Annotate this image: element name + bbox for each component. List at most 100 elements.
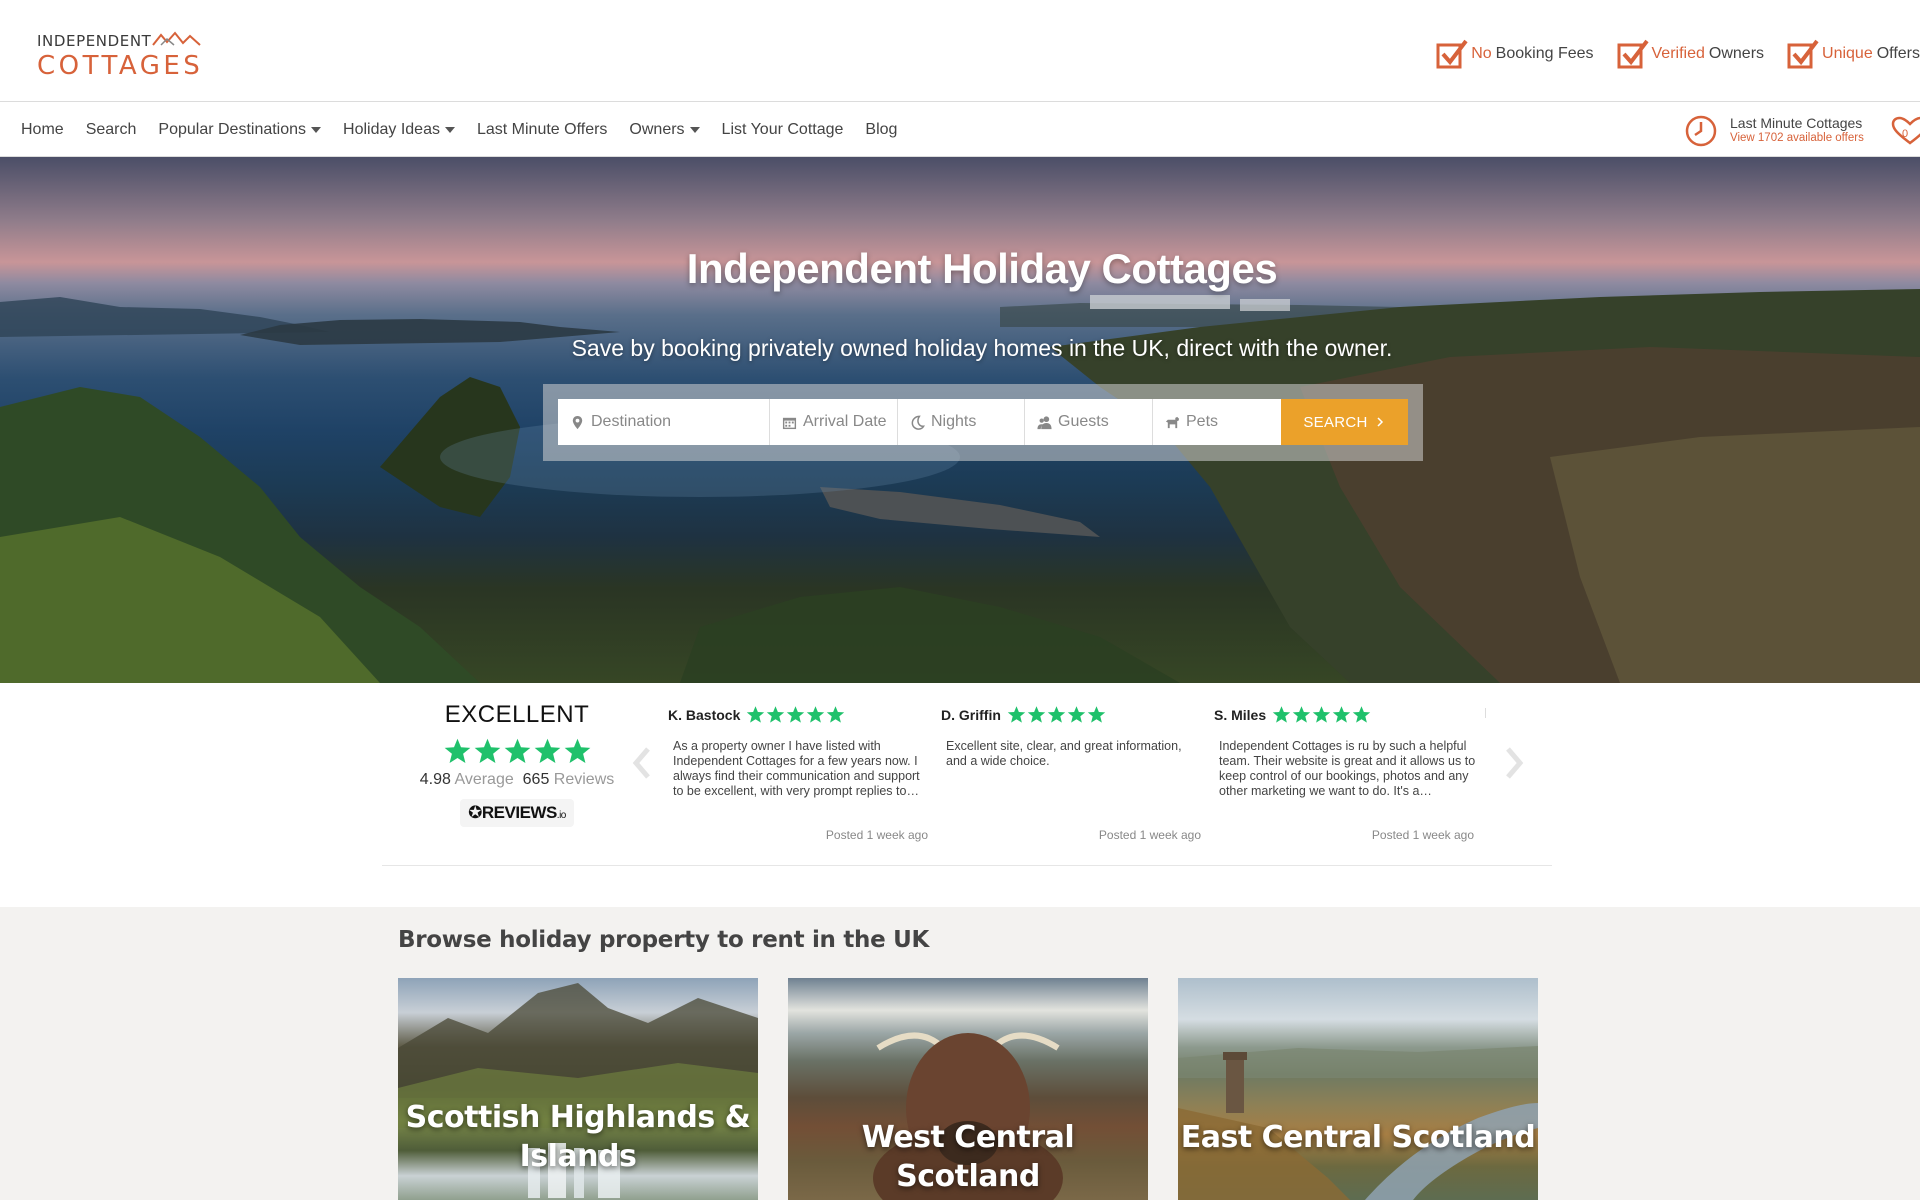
- star-icon: [534, 738, 560, 764]
- search-button[interactable]: SEARCH: [1281, 399, 1408, 445]
- carousel-prev-arrow-icon[interactable]: [628, 743, 658, 783]
- review-card: K. Bastock As a property owner I have li…: [668, 705, 936, 865]
- nav-item-label: List Your Cottage: [721, 121, 844, 138]
- rating-stats: 4.98 Average 665 Reviews: [382, 771, 652, 789]
- review-date: Posted 1 week ago: [1098, 828, 1201, 842]
- users-icon: [1037, 415, 1052, 429]
- chevron-right-icon: [1377, 417, 1383, 427]
- nights-placeholder: Nights: [931, 413, 977, 430]
- clock-icon: [1685, 115, 1717, 147]
- rating-average: 4.98: [419, 771, 451, 788]
- usp-highlight: Verified: [1651, 45, 1705, 62]
- usp-text: Owners: [1708, 45, 1765, 62]
- star-icon: [787, 706, 805, 723]
- nav-item-home[interactable]: Home: [21, 121, 64, 139]
- region-tile-scottish-highlands[interactable]: Scottish Highlands & Islands: [398, 978, 758, 1200]
- region-tile-east-central-scotland[interactable]: East Central Scotland: [1178, 978, 1538, 1200]
- star-icon: [444, 738, 470, 764]
- star-icon: [474, 738, 500, 764]
- rating-word: EXCELLENT: [444, 701, 590, 728]
- castle-river-valley-image: [1178, 1046, 1538, 1200]
- usp-text: Offers: [1876, 45, 1920, 62]
- main-nav: Home Search Popular Destinations Holiday…: [0, 103, 1920, 157]
- star-icon: [1067, 706, 1086, 723]
- review-stars: [746, 705, 845, 724]
- region-tile-west-central-scotland[interactable]: West Central Scotland: [788, 978, 1148, 1200]
- region-name: West Central Scotland: [861, 1120, 1075, 1194]
- review-date: Posted 1 week ago: [825, 828, 928, 842]
- nights-select[interactable]: Nights: [898, 399, 1025, 445]
- usp-highlight: No: [1471, 45, 1492, 62]
- destination-placeholder: Destination: [591, 413, 672, 430]
- nav-item-label: Last Minute Offers: [476, 121, 608, 138]
- logo-top-text: INDEPENDENT: [37, 32, 152, 50]
- star-icon: [1312, 706, 1331, 723]
- pets-placeholder: Pets: [1186, 413, 1219, 430]
- nav-item-blog[interactable]: Blog: [865, 121, 897, 139]
- caret-down-icon: [689, 127, 700, 133]
- rating-stars: [382, 737, 652, 765]
- caret-down-icon: [311, 127, 322, 133]
- star-icon: [747, 706, 765, 723]
- review-header: K. Bastock: [668, 705, 936, 724]
- review-header: D. Griffin: [941, 705, 1209, 724]
- nav-item-label: Popular Destinations: [158, 121, 307, 138]
- review-stars: [1007, 705, 1106, 724]
- search-button-label: SEARCH: [1303, 413, 1368, 431]
- search-bar: Destination Arrival Date Nights Guests P…: [558, 399, 1408, 445]
- star-icon: [827, 706, 845, 723]
- favourites-count: 0: [1902, 128, 1908, 140]
- favourites-button[interactable]: 0: [1890, 116, 1920, 146]
- checkbox-tick-icon: [1436, 39, 1468, 69]
- nav-item-popular-destinations[interactable]: Popular Destinations: [158, 121, 322, 139]
- region-name: Scottish Highlands & Islands: [405, 1100, 751, 1174]
- last-minute-cottages-link[interactable]: Last Minute Cottages View 1702 available…: [1684, 109, 1894, 153]
- star-icon: [1332, 706, 1351, 723]
- card-divider: [1485, 708, 1486, 718]
- star-icon: [1047, 706, 1066, 723]
- hero-subtitle: Save by booking privately owned holiday …: [571, 335, 1393, 361]
- nav-item-label: Holiday Ideas: [343, 121, 440, 138]
- nav-item-list-your-cottage[interactable]: List Your Cottage: [722, 121, 844, 139]
- review-card: D. Griffin Excellent site, clear, and gr…: [941, 705, 1209, 865]
- nav-item-label: Owners: [629, 121, 685, 138]
- review-card: S. Miles Independent Cottages is ru by s…: [1214, 705, 1482, 865]
- usp-highlight: Unique: [1822, 45, 1873, 62]
- map-pin-icon: [572, 415, 583, 429]
- usp-text: Booking Fees: [1495, 45, 1594, 62]
- last-minute-title: Last Minute Cottages: [1730, 115, 1863, 131]
- usp-item: Unique Offers: [1786, 37, 1920, 71]
- nav-item-holiday-ideas[interactable]: Holiday Ideas: [343, 121, 455, 139]
- site-header: INDEPENDENT COTTAGES No Booking Fees Ver…: [0, 0, 1920, 102]
- review-author: D. Griffin: [941, 706, 1001, 723]
- destination-input[interactable]: Destination: [558, 399, 770, 445]
- checkbox-tick-icon: [1787, 39, 1819, 69]
- caret-down-icon: [444, 127, 455, 133]
- pets-select[interactable]: Pets: [1153, 399, 1281, 445]
- guests-placeholder: Guests: [1058, 413, 1109, 430]
- nav-item-owners[interactable]: Owners: [629, 121, 700, 139]
- logo-bottom-text: COTTAGES: [37, 51, 204, 81]
- review-author: K. Bastock: [668, 706, 741, 723]
- review-author: S. Miles: [1214, 706, 1267, 723]
- usp-list: No Booking Fees Verified Owners Unique O…: [1413, 36, 1920, 72]
- star-icon: [807, 706, 825, 723]
- star-icon: [1292, 706, 1311, 723]
- review-stars: [1272, 705, 1371, 724]
- reviews-provider-suffix: .io: [556, 810, 567, 821]
- reviews-io-logo[interactable]: ✪REVIEWS.io: [460, 799, 574, 827]
- logo-mountain-icon: [152, 31, 201, 46]
- nav-item-label: Search: [85, 121, 137, 138]
- star-icon: [1007, 706, 1026, 723]
- guests-select[interactable]: Guests: [1025, 399, 1153, 445]
- site-logo[interactable]: INDEPENDENT COTTAGES: [37, 30, 207, 82]
- heart-icon: 0: [1891, 116, 1920, 145]
- carousel-next-arrow-icon[interactable]: [1498, 743, 1528, 783]
- search-panel: Destination Arrival Date Nights Guests P…: [543, 384, 1423, 461]
- arrival-date-placeholder: Arrival Date: [803, 413, 887, 430]
- nav-item-last-minute-offers[interactable]: Last Minute Offers: [477, 121, 607, 139]
- reviews-provider: REVIEWS: [481, 803, 557, 822]
- usp-item: Verified Owners: [1616, 37, 1765, 71]
- arrival-date-input[interactable]: Arrival Date: [770, 399, 898, 445]
- nav-item-search[interactable]: Search: [86, 121, 137, 139]
